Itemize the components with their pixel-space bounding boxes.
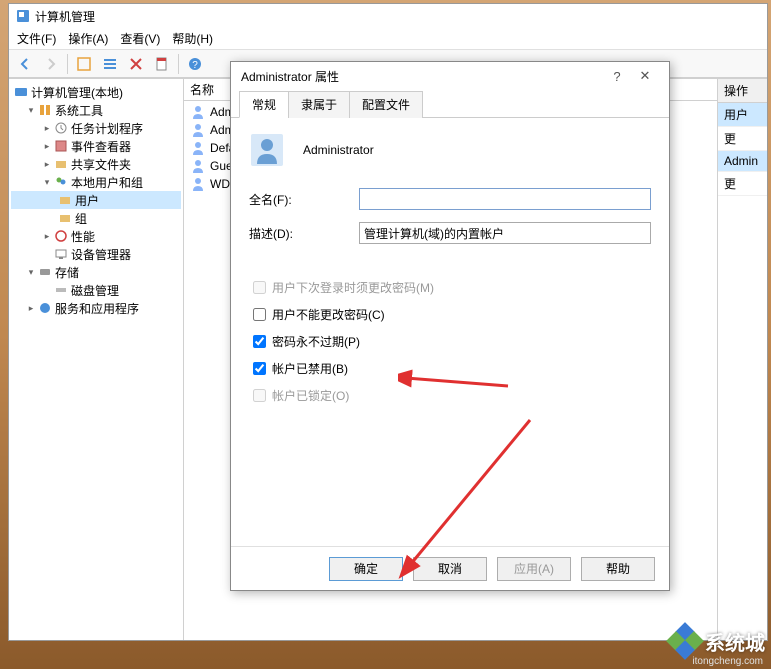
help-button[interactable]: 帮助 [581,557,655,581]
dialog-titlebar: Administrator 属性 ? ✕ [231,62,669,90]
user-avatar-icon [249,132,285,168]
watermark: 系统城 [665,621,765,661]
actions-admin[interactable]: Admin [718,151,767,172]
actions-more2[interactable]: 更 [718,172,767,196]
titlebar: 计算机管理 [9,4,767,28]
user-icon [190,176,206,192]
dialog-help-button[interactable]: ? [603,64,631,88]
tab-member[interactable]: 隶属于 [288,91,350,118]
user-header: Administrator [249,132,651,168]
app-icon [15,8,31,24]
properties-icon[interactable] [72,52,96,76]
menu-action[interactable]: 操作(A) [68,30,108,47]
user-icon [190,140,206,156]
user-icon [190,104,206,120]
delete-icon[interactable] [124,52,148,76]
dialog-close-button[interactable]: ✕ [631,64,659,88]
tree-device-manager[interactable]: 设备管理器 [11,245,181,263]
fullname-row: 全名(F): [249,188,651,210]
chk-never-expire[interactable] [253,335,266,348]
user-icon [190,158,206,174]
tree-task-scheduler[interactable]: ▸任务计划程序 [11,119,181,137]
actions-user[interactable]: 用户 [718,103,767,127]
watermark-logo-icon [665,621,705,661]
tree-local-users[interactable]: ▾本地用户和组 [11,173,181,191]
tab-profile[interactable]: 配置文件 [349,91,423,118]
fullname-label: 全名(F): [249,191,359,208]
chk-cannot-change[interactable] [253,308,266,321]
tree-storage[interactable]: ▾存储 [11,263,181,281]
description-input[interactable] [359,222,651,244]
back-button[interactable] [13,52,37,76]
actions-pane: 操作 用户 更 Admin 更 [717,79,767,640]
username-label: Administrator [303,143,374,157]
menubar: 文件(F) 操作(A) 查看(V) 帮助(H) [9,28,767,50]
actions-more1[interactable]: 更 [718,127,767,151]
tree-performance[interactable]: ▸性能 [11,227,181,245]
help-icon[interactable]: ? [183,52,207,76]
cancel-button[interactable]: 取消 [413,557,487,581]
menu-view[interactable]: 查看(V) [120,30,160,47]
tree-disk-mgmt[interactable]: 磁盘管理 [11,281,181,299]
properties2-icon[interactable] [150,52,174,76]
tree-system-tools[interactable]: ▾系统工具 [11,101,181,119]
svg-text:?: ? [192,60,198,71]
dialog-body: Administrator 全名(F): 描述(D): 用户下次登录时须更改密码… [231,118,669,546]
tree-pane[interactable]: 计算机管理(本地) ▾系统工具 ▸任务计划程序 ▸事件查看器 ▸共享文件夹 ▾本… [9,79,184,640]
chk-cannot-change-row[interactable]: 用户不能更改密码(C) [249,305,651,324]
menu-file[interactable]: 文件(F) [17,30,56,47]
fullname-input[interactable] [359,188,651,210]
list-icon[interactable] [98,52,122,76]
watermark-text: 系统城 [705,627,765,656]
watermark-url: itongcheng.com [692,656,763,667]
menu-help[interactable]: 帮助(H) [172,30,213,47]
dialog-tabs: 常规 隶属于 配置文件 [231,90,669,118]
tree-root[interactable]: 计算机管理(本地) [11,83,181,101]
description-label: 描述(D): [249,225,359,242]
actions-header: 操作 [718,79,767,103]
chk-account-disabled[interactable] [253,362,266,375]
tab-general[interactable]: 常规 [239,91,289,118]
tree-event-viewer[interactable]: ▸事件查看器 [11,137,181,155]
description-row: 描述(D): [249,222,651,244]
forward-button[interactable] [39,52,63,76]
ok-button[interactable]: 确定 [329,557,403,581]
chk-must-change [253,281,266,294]
chk-never-expire-row[interactable]: 密码永不过期(P) [249,332,651,351]
tree-groups[interactable]: 组 [11,209,181,227]
dialog-buttons: 确定 取消 应用(A) 帮助 [231,546,669,590]
tree-services[interactable]: ▸服务和应用程序 [11,299,181,317]
dialog-title: Administrator 属性 [241,68,603,85]
window-title: 计算机管理 [35,8,95,25]
chk-disabled-row[interactable]: 帐户已禁用(B) [249,359,651,378]
apply-button[interactable]: 应用(A) [497,557,571,581]
user-icon [190,122,206,138]
tree-users[interactable]: 用户 [11,191,181,209]
chk-locked-row: 帐户已锁定(O) [249,386,651,405]
chk-must-change-row: 用户下次登录时须更改密码(M) [249,278,651,297]
tree-shared-folders[interactable]: ▸共享文件夹 [11,155,181,173]
properties-dialog: Administrator 属性 ? ✕ 常规 隶属于 配置文件 Adminis… [230,61,670,591]
chk-account-locked [253,389,266,402]
